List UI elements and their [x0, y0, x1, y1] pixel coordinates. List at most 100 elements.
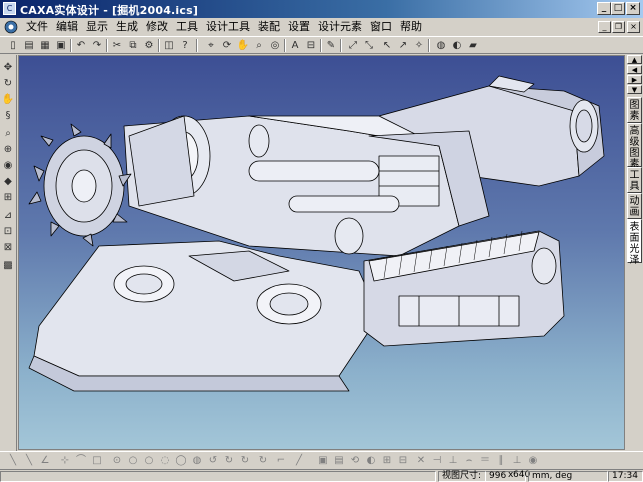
- panel-left-icon[interactable]: ◀: [627, 65, 642, 74]
- pointer-icon[interactable]: ⊡: [1, 225, 15, 238]
- angle-icon[interactable]: ⊿: [1, 209, 15, 222]
- circle-icon[interactable]: ⊙: [110, 454, 124, 467]
- circle3-icon[interactable]: ○: [142, 454, 156, 467]
- pan-icon[interactable]: ✋: [1, 93, 15, 106]
- rotate-icon[interactable]: ⟳: [220, 39, 234, 52]
- smart-snap-icon[interactable]: ⤢: [346, 39, 360, 52]
- extend-icon[interactable]: ↻: [256, 454, 270, 467]
- caxa-app-icon[interactable]: C: [3, 2, 16, 15]
- move-icon[interactable]: ✥: [1, 61, 15, 74]
- pick-icon[interactable]: ⌖: [204, 39, 218, 52]
- menu-assembly[interactable]: 装配: [254, 20, 284, 34]
- orbit-icon[interactable]: ◉: [1, 159, 15, 172]
- menu-help[interactable]: 帮助: [396, 20, 426, 34]
- text-icon[interactable]: A: [288, 39, 302, 52]
- 3d-viewport[interactable]: [18, 55, 625, 450]
- menu-window[interactable]: 窗口: [366, 20, 396, 34]
- design-element-icon[interactable]: ⚙: [142, 39, 156, 52]
- angle-line-icon[interactable]: ∠: [38, 454, 52, 467]
- surface-icon[interactable]: ◐: [450, 39, 464, 52]
- minimize-button[interactable]: _: [597, 2, 611, 15]
- orbit-icon[interactable]: ◎: [268, 39, 282, 52]
- dynamic-view-icon[interactable]: ◆: [1, 175, 15, 188]
- array-icon[interactable]: ⊞: [380, 454, 394, 467]
- redo-icon[interactable]: ↷: [90, 39, 104, 52]
- lights-icon[interactable]: ↗: [396, 39, 410, 52]
- copy-icon[interactable]: ⧉: [126, 39, 140, 52]
- menu-edit[interactable]: 编辑: [52, 20, 82, 34]
- measure-icon[interactable]: ⊟: [304, 39, 318, 52]
- line-2-icon[interactable]: ╲: [22, 454, 36, 467]
- tab-advanced-primitives[interactable]: 高级图素: [627, 123, 642, 170]
- open-icon[interactable]: ▤: [22, 39, 36, 52]
- rect-icon[interactable]: □: [90, 454, 104, 467]
- render-icon[interactable]: ✎: [324, 39, 338, 52]
- fillet-icon[interactable]: ↺: [206, 454, 220, 467]
- walk-icon[interactable]: §: [1, 109, 15, 122]
- menu-view[interactable]: 显示: [82, 20, 112, 34]
- tab-tools[interactable]: 工具: [627, 167, 642, 193]
- menu-file[interactable]: 文件: [22, 20, 52, 34]
- maximize-button[interactable]: □: [611, 2, 625, 15]
- doc-close-button[interactable]: ×: [627, 21, 640, 33]
- document-icon[interactable]: [4, 20, 18, 34]
- zoom-icon[interactable]: ⌕: [252, 39, 266, 52]
- vertical-icon[interactable]: ⊥: [446, 454, 460, 467]
- new-design-icon[interactable]: ▣: [54, 39, 68, 52]
- tangent-icon[interactable]: ⌢: [462, 454, 476, 467]
- show-icon[interactable]: ◉: [526, 454, 540, 467]
- mirror-icon[interactable]: ╱: [292, 454, 306, 467]
- menu-settings[interactable]: 设置: [284, 20, 314, 34]
- ellipse-icon[interactable]: ◯: [174, 454, 188, 467]
- panel-down-icon[interactable]: ▼: [627, 85, 642, 94]
- tab-primitives[interactable]: 图素: [627, 97, 642, 123]
- cut-icon[interactable]: ✂: [110, 39, 124, 52]
- panel-right-icon[interactable]: ▶: [627, 75, 642, 84]
- arc-icon[interactable]: ⌒: [74, 454, 88, 467]
- menu-tools[interactable]: 工具: [172, 20, 202, 34]
- move-icon[interactable]: ▣: [316, 454, 330, 467]
- view-icon[interactable]: ◫: [162, 39, 176, 52]
- tab-animation[interactable]: 动画: [627, 193, 642, 219]
- spin-icon[interactable]: ↻: [1, 77, 15, 90]
- doc-minimize-button[interactable]: _: [598, 21, 611, 33]
- doc-restore-button[interactable]: ❐: [612, 21, 625, 33]
- same-icon[interactable]: ＝: [478, 454, 492, 467]
- zoom-in-icon[interactable]: ⊕: [1, 143, 15, 156]
- menu-modify[interactable]: 修改: [142, 20, 172, 34]
- perpendicular-icon[interactable]: ⊥: [510, 454, 524, 467]
- extent-icon[interactable]: ⊠: [1, 241, 15, 254]
- dim-icon[interactable]: ✕: [414, 454, 428, 467]
- scale-icon[interactable]: ◐: [364, 454, 378, 467]
- spline-icon[interactable]: ◍: [190, 454, 204, 467]
- offset-icon[interactable]: ⌐: [274, 454, 288, 467]
- panel-up-icon[interactable]: ▲: [627, 55, 642, 64]
- trim-icon[interactable]: ↻: [238, 454, 252, 467]
- new-doc-icon[interactable]: ▯: [6, 39, 20, 52]
- point-icon[interactable]: ⊹: [58, 454, 72, 467]
- copy-icon[interactable]: ▤: [332, 454, 346, 467]
- material-icon[interactable]: ◍: [434, 39, 448, 52]
- help-icon[interactable]: ?: [178, 39, 192, 52]
- menu-generate[interactable]: 生成: [112, 20, 142, 34]
- rotate-icon[interactable]: ⟲: [348, 454, 362, 467]
- camera-icon[interactable]: ↖: [380, 39, 394, 52]
- menu-design-tools[interactable]: 设计工具: [202, 20, 254, 34]
- constraint-icon[interactable]: ⊟: [396, 454, 410, 467]
- save-icon[interactable]: ▦: [38, 39, 52, 52]
- frame-icon[interactable]: ▩: [1, 259, 15, 272]
- circle2-icon[interactable]: ○: [126, 454, 140, 467]
- selection-icon[interactable]: ⤡: [362, 39, 376, 52]
- zoom-icon[interactable]: ⌕: [1, 127, 15, 140]
- tab-surface-finish[interactable]: 表面光泽: [627, 219, 642, 266]
- chamfer-icon[interactable]: ↻: [222, 454, 236, 467]
- pan-icon[interactable]: ✋: [236, 39, 250, 52]
- paint-icon[interactable]: ▰: [466, 39, 480, 52]
- horizontal-icon[interactable]: ⊣: [430, 454, 444, 467]
- roadheader-model[interactable]: [19, 56, 625, 450]
- fit-icon[interactable]: ⊞: [1, 191, 15, 204]
- view-orbit-icon[interactable]: ✧: [412, 39, 426, 52]
- line-icon[interactable]: ╲: [6, 454, 20, 467]
- parallel-icon[interactable]: ∥: [494, 454, 508, 467]
- close-button[interactable]: ×: [626, 2, 640, 15]
